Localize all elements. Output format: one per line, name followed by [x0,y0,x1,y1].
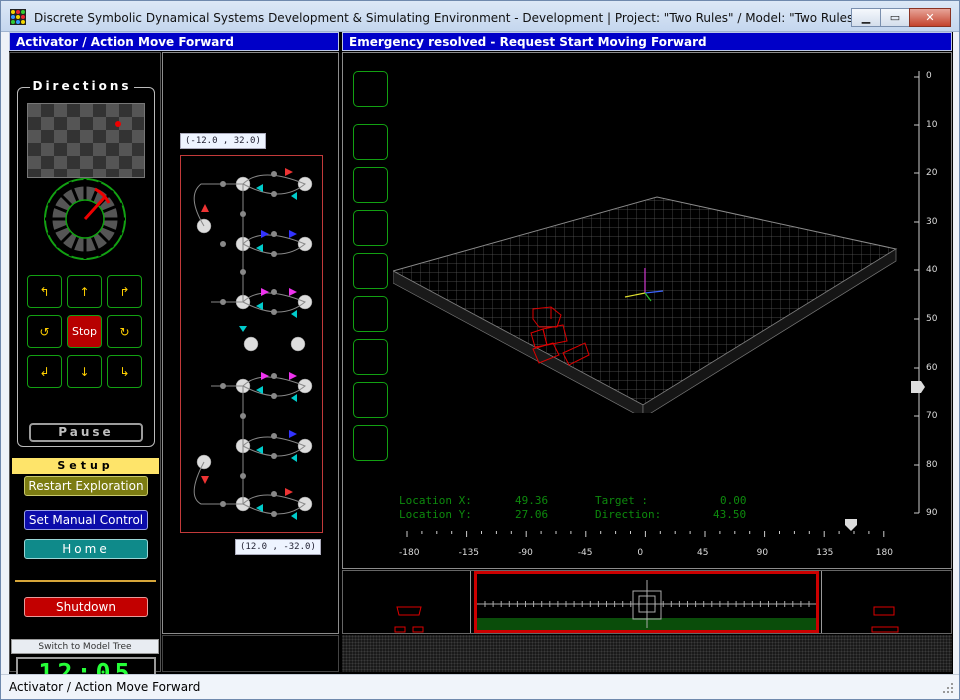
close-icon: ✕ [925,11,935,24]
sim-panel-header: Emergency resolved - Request Start Movin… [342,32,952,51]
top-coordinate-label: (-12.0 , 32.0) [180,133,266,149]
app-window: Discrete Symbolic Dynamical Systems Deve… [0,0,960,700]
resize-grip-icon[interactable] [941,681,955,695]
turn-right-forward-button[interactable]: ↱ [107,275,142,308]
setup-header: Setup [12,458,159,474]
window-controls: ▁ ▭ ✕ [851,8,951,27]
forward-button[interactable]: ↑ [67,275,102,308]
status-text: Activator / Action Move Forward [9,680,201,694]
mini-map [27,103,145,178]
y-axis-tick-label: 80 [926,459,938,470]
state-graph-frame [180,155,323,533]
view-slot-4[interactable] [353,210,388,246]
directions-title: Directions [30,79,134,93]
left-robot-wireframe [394,606,424,633]
restart-exploration-button[interactable]: Restart Exploration [24,476,148,496]
turn-right-forward-icon: ↱ [119,284,130,299]
simulation-view: 0 10 20 30 40 50 60 70 80 90 Location X: 49.36 Ta… [342,52,952,569]
view-slot-8[interactable] [353,382,388,418]
y-axis-tick-label: 60 [926,362,938,373]
pause-button[interactable]: Pause [29,423,143,442]
bottom-coordinate-label: (12.0 , -32.0) [235,539,321,555]
x-axis-tick-label: 90 [756,548,769,558]
separator [15,580,156,582]
turn-right-backward-button[interactable]: ↳ [107,355,142,388]
window-title: Discrete Symbolic Dynamical Systems Deve… [34,11,859,25]
graph-footer [162,635,339,672]
target-label: Target : [595,494,648,507]
title-bar: Discrete Symbolic Dynamical Systems Deve… [1,1,959,32]
turn-right-backward-icon: ↳ [119,364,130,379]
view-slot-7[interactable] [353,339,388,375]
x-axis-tick-label: -180 [399,548,420,558]
y-axis-tick-label: 40 [926,265,938,276]
left-camera-view [345,571,471,633]
home-button[interactable]: Home [24,539,148,559]
rotate-left-button[interactable]: ↺ [27,315,62,348]
vertical-ruler [911,71,925,514]
y-axis-tick-label: 30 [926,216,938,227]
x-axis-tick-label: 45 [697,548,709,558]
x-axis-tick-label: 180 [875,548,893,558]
location-x-value: 49.36 [515,494,549,507]
close-button[interactable]: ✕ [909,8,951,27]
maximize-icon: ▭ [889,11,901,24]
minimize-button[interactable]: ▁ [851,8,881,27]
view-slot-6[interactable] [353,296,388,332]
terrain-grid [393,196,898,413]
control-panel: Directions ↰ ↑ ↱ ↺ Stop ↻ ↲ ↓ ↳ Pause Se… [9,52,161,689]
forward-icon: ↑ [79,284,90,299]
x-axis-tick-label: -135 [458,548,480,558]
turn-left-forward-icon: ↰ [39,284,50,299]
camera-strip [342,570,952,634]
right-robot-wireframe [871,606,899,633]
view-slot-5[interactable] [353,253,388,289]
message-log-area [342,635,952,672]
turn-left-forward-button[interactable]: ↰ [27,275,62,308]
set-manual-control-button[interactable]: Set Manual Control [24,510,148,530]
rotate-right-icon: ↻ [119,324,130,339]
horizon-indicator [477,580,816,630]
view-slot-2[interactable] [353,124,388,160]
center-camera-view [474,571,819,633]
status-bar: Activator / Action Move Forward [1,674,959,699]
turn-left-backward-button[interactable]: ↲ [27,355,62,388]
y-axis-tick-label: 0 [926,71,932,81]
switch-to-model-tree-button[interactable]: Switch to Model Tree [11,639,159,654]
x-axis-tick-label: -45 [577,548,593,558]
stop-button[interactable]: Stop [67,315,102,348]
target-value: 0.00 [720,494,747,507]
view-slot-9[interactable] [353,425,388,461]
left-panel-header: Activator / Action Move Forward [9,32,339,51]
minimize-icon: ▁ [861,11,871,24]
horizontal-slider-thumb [845,519,857,531]
location-x-label: Location X: [399,494,472,507]
client-area: Activator / Action Move Forward Directio… [9,32,953,689]
backward-icon: ↓ [79,364,90,379]
shutdown-button[interactable]: Shutdown [24,597,148,617]
backward-button[interactable]: ↓ [67,355,102,388]
x-axis-tick-label: 0 [637,548,644,558]
x-axis-tick-label: 135 [816,548,834,558]
x-axis-tick-label: -90 [518,548,533,558]
robot-position-marker [115,121,121,127]
y-axis-tick-label: 90 [926,508,938,519]
rotate-right-button[interactable]: ↻ [107,315,142,348]
app-logo-icon [10,9,26,25]
state-graph-panel: (-12.0 , 32.0) (12.0 , -32.0) [162,52,339,634]
maximize-button[interactable]: ▭ [880,8,910,27]
y-axis-tick-label: 70 [926,411,938,422]
y-axis-tick-label: 10 [926,119,938,130]
vertical-slider-thumb [911,381,925,393]
view-slot-3[interactable] [353,167,388,203]
state-graph [193,168,313,520]
rotate-left-icon: ↺ [39,324,50,339]
horizontal-ruler [406,519,885,537]
y-axis-tick-label: 50 [926,314,938,324]
right-camera-view [821,571,949,633]
y-axis-tick-label: 20 [926,168,938,179]
compass-dial [44,178,126,260]
turn-left-backward-icon: ↲ [39,364,50,379]
view-slot-1[interactable] [353,71,388,107]
